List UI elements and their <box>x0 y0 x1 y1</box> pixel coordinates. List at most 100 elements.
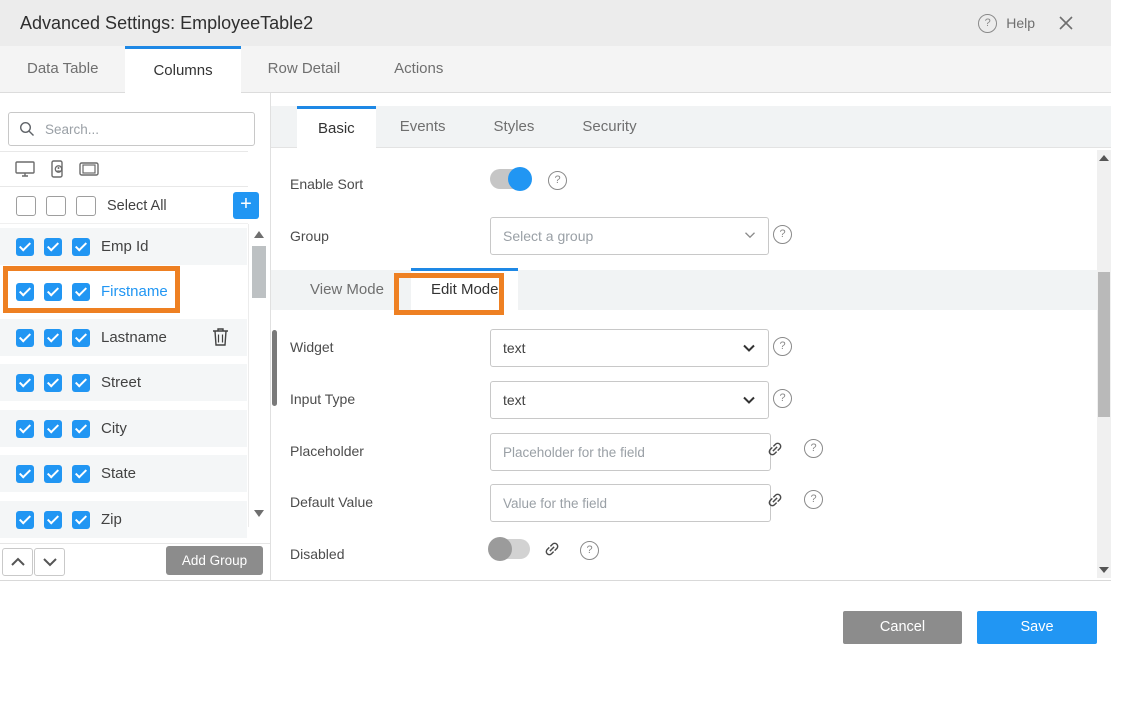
column-row-emp-id[interactable]: Emp Id <box>0 228 247 265</box>
checkbox[interactable] <box>16 374 34 392</box>
tab-row-detail[interactable]: Row Detail <box>241 46 368 92</box>
checkbox[interactable] <box>16 420 34 438</box>
checkbox[interactable] <box>16 465 34 483</box>
chevron-down-icon <box>42 557 58 567</box>
default-value-input[interactable] <box>490 484 771 522</box>
toggle-knob <box>508 167 532 191</box>
chevron-down-icon <box>739 338 759 358</box>
placeholder-help-icon[interactable]: ? <box>804 439 823 458</box>
add-group-button[interactable]: Add Group <box>166 546 263 575</box>
column-row-street[interactable]: Street <box>0 364 247 401</box>
trash-icon[interactable] <box>212 327 229 347</box>
scroll-down-icon[interactable] <box>1099 567 1109 573</box>
chevron-down-icon <box>741 226 759 244</box>
checkbox[interactable] <box>72 374 90 392</box>
dialog-header: Advanced Settings: EmployeeTable2 ? Help <box>0 0 1111 46</box>
tab-edit-mode[interactable]: Edit Mode <box>411 268 519 314</box>
widget-select-value: text <box>503 340 526 356</box>
panel-scrollbar-thumb[interactable] <box>1098 272 1110 417</box>
checkbox[interactable] <box>44 238 62 256</box>
group-help-icon[interactable]: ? <box>773 225 792 244</box>
move-up-button[interactable] <box>2 548 33 576</box>
add-column-button[interactable]: + <box>233 192 259 219</box>
checkbox[interactable] <box>16 283 34 301</box>
move-down-button[interactable] <box>34 548 65 576</box>
column-label: Lastname <box>101 329 167 346</box>
scroll-down-icon[interactable] <box>254 510 264 517</box>
checkbox[interactable] <box>44 374 62 392</box>
checkbox[interactable] <box>72 283 90 301</box>
chevron-up-icon <box>10 557 26 567</box>
checkbox[interactable] <box>72 511 90 529</box>
advanced-settings-dialog: Advanced Settings: EmployeeTable2 ? Help… <box>0 0 1148 717</box>
checkbox[interactable] <box>16 329 34 347</box>
checkbox[interactable] <box>16 238 34 256</box>
column-row-lastname[interactable]: Lastname <box>0 319 247 356</box>
tablet-icon[interactable] <box>78 159 100 179</box>
tab-columns[interactable]: Columns <box>125 46 240 94</box>
group-select-placeholder: Select a group <box>503 228 593 244</box>
column-row-city[interactable]: City <box>0 410 247 447</box>
tab-view-mode[interactable]: View Mode <box>300 270 394 310</box>
checkbox[interactable] <box>72 465 90 483</box>
checkbox[interactable] <box>44 283 62 301</box>
save-button[interactable]: Save <box>977 611 1097 644</box>
tab-data-table[interactable]: Data Table <box>0 46 125 92</box>
widget-label: Widget <box>290 339 334 355</box>
disabled-help-icon[interactable]: ? <box>580 541 599 560</box>
select-all-label: Select All <box>107 198 167 214</box>
checkbox[interactable] <box>44 511 62 529</box>
select-all-mobile-checkbox[interactable] <box>46 196 66 216</box>
checkbox[interactable] <box>44 420 62 438</box>
help-label[interactable]: Help <box>1006 15 1035 31</box>
scroll-up-icon[interactable] <box>1099 155 1109 161</box>
close-icon[interactable] <box>1058 15 1074 31</box>
enable-sort-toggle[interactable] <box>490 169 530 189</box>
checkbox[interactable] <box>72 238 90 256</box>
default-value-help-icon[interactable]: ? <box>804 490 823 509</box>
content-scrollbar-thumb[interactable] <box>272 330 277 406</box>
select-all-desktop-checkbox[interactable] <box>16 196 36 216</box>
help-icon[interactable]: ? <box>978 14 997 33</box>
checkbox[interactable] <box>44 465 62 483</box>
tab-security[interactable]: Security <box>558 106 660 147</box>
input-type-help-icon[interactable]: ? <box>773 389 792 408</box>
scrollbar-thumb[interactable] <box>252 246 266 298</box>
cancel-button[interactable]: Cancel <box>843 611 962 644</box>
input-type-label: Input Type <box>290 391 355 407</box>
widget-select[interactable]: text <box>490 329 769 367</box>
column-list-scrollbar[interactable] <box>248 224 269 527</box>
select-all-tablet-checkbox[interactable] <box>76 196 96 216</box>
tab-basic[interactable]: Basic <box>297 106 376 149</box>
checkbox[interactable] <box>72 329 90 347</box>
column-row-firstname[interactable]: Firstname <box>0 273 247 310</box>
scroll-up-icon[interactable] <box>254 231 264 238</box>
desktop-icon[interactable] <box>14 159 36 179</box>
column-label: City <box>101 420 127 437</box>
placeholder-label: Placeholder <box>290 443 364 459</box>
checkbox[interactable] <box>72 420 90 438</box>
search-input[interactable] <box>43 121 237 138</box>
widget-help-icon[interactable]: ? <box>773 337 792 356</box>
tab-events[interactable]: Events <box>376 106 470 147</box>
mobile-icon[interactable] <box>47 159 67 179</box>
disabled-label: Disabled <box>290 546 344 562</box>
sidebar-bottom-bar: Add Group <box>0 543 270 580</box>
group-label: Group <box>290 228 329 244</box>
link-icon[interactable] <box>539 536 564 561</box>
column-label: Zip <box>101 511 122 528</box>
input-type-select[interactable]: text <box>490 381 769 419</box>
group-select[interactable]: Select a group <box>490 217 769 255</box>
column-row-state[interactable]: State <box>0 455 247 492</box>
panel-divider <box>270 93 271 580</box>
disabled-toggle[interactable] <box>490 539 530 559</box>
enable-sort-help-icon[interactable]: ? <box>548 171 567 190</box>
checkbox[interactable] <box>44 329 62 347</box>
checkbox[interactable] <box>16 511 34 529</box>
column-row-zip[interactable]: Zip <box>0 501 247 538</box>
mode-tab-bar: View Mode Edit Mode <box>271 270 1097 310</box>
placeholder-input[interactable] <box>490 433 771 471</box>
tab-actions[interactable]: Actions <box>367 46 470 92</box>
select-all-row: Select All <box>0 188 248 224</box>
tab-styles[interactable]: Styles <box>470 106 559 147</box>
